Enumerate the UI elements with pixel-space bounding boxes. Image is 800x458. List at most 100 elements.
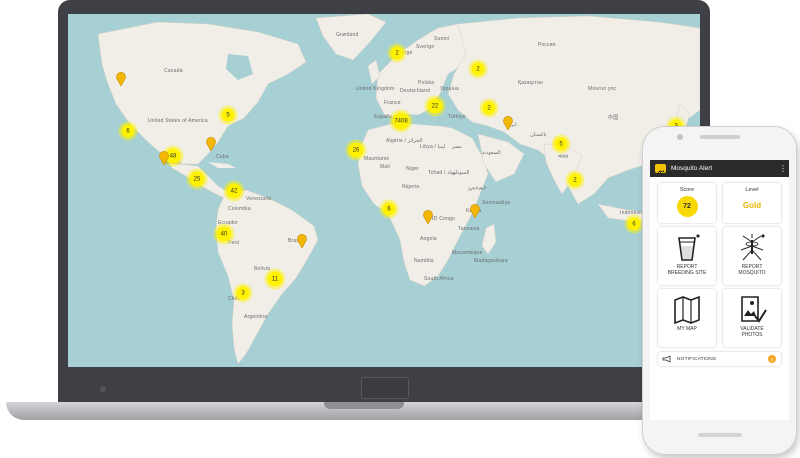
map-pin-marker[interactable] bbox=[423, 210, 433, 224]
map-label-somalia: Soomaaliya bbox=[482, 200, 511, 206]
map-label-kazakhstan: Қазақстан bbox=[518, 80, 543, 86]
phone-home-bar bbox=[698, 433, 742, 437]
score-value: 72 bbox=[676, 196, 698, 217]
overflow-menu-icon[interactable]: ⋮ bbox=[777, 164, 789, 173]
map-cluster-marker[interactable]: 22 bbox=[427, 98, 443, 114]
map-cluster-marker[interactable]: 2 bbox=[390, 46, 404, 60]
map-cluster-marker[interactable]: 6 bbox=[121, 124, 135, 138]
map-label-mongolia: Монгол улс bbox=[588, 86, 617, 92]
phone-speaker bbox=[700, 135, 740, 139]
map-pin-marker[interactable] bbox=[503, 116, 513, 130]
map-label-france: France bbox=[384, 100, 401, 106]
megaphone-icon bbox=[662, 355, 671, 363]
map-label-southafrica: South Africa bbox=[424, 276, 454, 282]
map-label-turkey: Türkiye bbox=[448, 114, 466, 120]
phone-camera bbox=[677, 134, 683, 140]
map-label-bolivia: Bolivia bbox=[254, 266, 271, 272]
laptop-screen: United States of America Canada México C… bbox=[68, 14, 700, 367]
map-cluster-marker[interactable]: 42 bbox=[226, 183, 242, 199]
map-label-colombia: Colombia bbox=[228, 206, 251, 212]
map-pin-marker[interactable] bbox=[159, 151, 169, 165]
breeding-label-line2: BREEDING SITE bbox=[667, 270, 707, 276]
notifications-row[interactable]: NOTIFICATIONS 0 bbox=[658, 352, 781, 366]
map-label-canada: Canada bbox=[164, 68, 183, 74]
map-label-namibia: Namibia bbox=[414, 258, 434, 264]
phone-screen: Mosquito Alert ⋮ Score 72 Level Gold REP… bbox=[650, 160, 789, 420]
map-label-saudi: السعودية bbox=[482, 150, 501, 156]
report-mosquito-button[interactable]: REPORT MOSQUITO bbox=[723, 227, 781, 285]
app-bar: Mosquito Alert ⋮ bbox=[650, 160, 789, 177]
score-card[interactable]: Score 72 bbox=[658, 183, 716, 223]
map-label-algeria: Algérie / الجزائر bbox=[386, 138, 423, 144]
map-label-venezuela: Venezuela bbox=[246, 196, 272, 202]
map-label-ukraine: Україна bbox=[440, 86, 460, 92]
mosquito-logo-icon bbox=[655, 164, 666, 176]
score-title: Score bbox=[679, 187, 695, 193]
map-cluster-marker[interactable]: 40 bbox=[216, 226, 232, 242]
map-label-angola: Angola bbox=[420, 236, 437, 242]
map-label-us: United States of America bbox=[148, 118, 208, 124]
map-label-deutschland: Deutschland bbox=[400, 88, 430, 94]
map-label-suomi: Suomi bbox=[434, 36, 450, 42]
my-map-button[interactable]: MY MAP bbox=[658, 289, 716, 347]
notifications-label: NOTIFICATIONS bbox=[677, 356, 717, 362]
notifications-count-badge: 0 bbox=[768, 355, 776, 363]
map-pin-marker[interactable] bbox=[206, 137, 216, 151]
report-breeding-site-button[interactable]: REPORT BREEDING SITE bbox=[658, 227, 716, 285]
level-title: Level bbox=[745, 187, 759, 193]
validate-label-line2: PHOTOS bbox=[741, 332, 763, 338]
map-label-madagascar: Madagasikara bbox=[474, 258, 508, 264]
map-label-egypt: مصر bbox=[452, 144, 462, 150]
map-cluster-marker[interactable]: 2 bbox=[471, 62, 485, 76]
mosquito-label-line2: MOSQUITO bbox=[738, 270, 766, 276]
map-label-mozambique: Moçambique bbox=[452, 250, 483, 256]
map-label-mali: Mali bbox=[380, 164, 390, 170]
map-cluster-marker[interactable]: 3 bbox=[236, 286, 250, 300]
map-label-libya: Libya / ليبيا bbox=[420, 144, 446, 150]
validate-photos-button[interactable]: VALIDATE PHOTOS bbox=[723, 289, 781, 347]
map-label-espana: España bbox=[374, 114, 393, 120]
level-value: Gold bbox=[742, 201, 762, 210]
map-label-greenland: Grønland bbox=[336, 32, 359, 38]
map-label-indonesia: Indonesia bbox=[620, 210, 644, 216]
folded-map-icon bbox=[674, 295, 700, 325]
map-cluster-marker[interactable]: 6 bbox=[627, 217, 641, 231]
map-label-sudan: السودان bbox=[452, 170, 470, 176]
map-cluster-marker[interactable]: 7408 bbox=[392, 112, 410, 130]
map-cluster-marker[interactable]: 26 bbox=[348, 142, 364, 158]
map-label-russia: Россия bbox=[538, 42, 556, 48]
bucket-icon bbox=[678, 234, 700, 261]
my-map-label: MY MAP bbox=[677, 326, 697, 332]
map-cluster-marker[interactable]: 5 bbox=[221, 108, 235, 122]
map-cluster-marker[interactable]: 2 bbox=[482, 101, 496, 115]
map-label-rdc: RD Congo bbox=[430, 216, 455, 222]
map-label-polska: Polska bbox=[418, 80, 435, 86]
map-cluster-marker[interactable]: 2 bbox=[568, 173, 582, 187]
map-label-peru: Perú bbox=[228, 240, 240, 246]
map-label-china: 中国 bbox=[608, 115, 619, 121]
laptop-logo bbox=[361, 377, 409, 399]
map-cluster-marker[interactable]: 5 bbox=[554, 137, 568, 151]
map-cluster-marker[interactable]: 6 bbox=[382, 202, 396, 216]
map-cluster-marker[interactable]: 25 bbox=[189, 171, 205, 187]
map-label-argentina: Argentina bbox=[244, 314, 268, 320]
world-map[interactable] bbox=[68, 14, 700, 367]
laptop-camera bbox=[100, 386, 106, 392]
map-label-sverige: Sverige bbox=[416, 44, 435, 50]
mosquito-icon bbox=[740, 234, 765, 261]
phone: Mosquito Alert ⋮ Score 72 Level Gold REP… bbox=[643, 127, 796, 454]
map-label-cuba: Cuba bbox=[216, 154, 229, 160]
map-cluster-marker[interactable]: 11 bbox=[267, 271, 283, 287]
map-label-nigeria: Nigeria bbox=[402, 184, 420, 190]
map-label-tanzania: Tanzania bbox=[458, 226, 480, 232]
map-pin-marker[interactable] bbox=[116, 72, 126, 86]
map-pin-marker[interactable] bbox=[297, 234, 307, 248]
map-pin-marker[interactable] bbox=[470, 204, 480, 218]
app-title: Mosquito Alert bbox=[671, 165, 713, 172]
map-label-ethiopia: ኢትዮጵያ bbox=[468, 186, 487, 192]
map-label-niger: Niger bbox=[406, 166, 419, 172]
map-label-mauritanie: Mauritanie bbox=[364, 156, 390, 162]
map-label-pakistan: پاکستان bbox=[530, 132, 547, 138]
level-card[interactable]: Level Gold bbox=[723, 183, 781, 223]
map-label-uk: United Kingdom bbox=[356, 86, 395, 92]
